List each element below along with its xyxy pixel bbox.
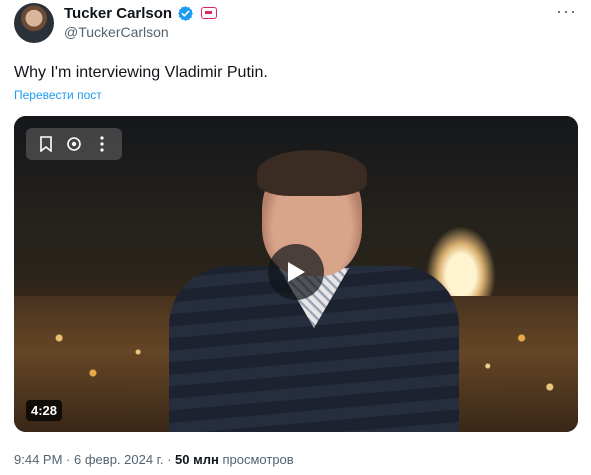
author-name[interactable]: Tucker Carlson bbox=[64, 5, 172, 22]
author-name-row: Tucker Carlson bbox=[64, 4, 218, 22]
avatar[interactable] bbox=[14, 3, 54, 43]
tweet-time[interactable]: 9:44 PM bbox=[14, 452, 62, 467]
more-icon[interactable]: ··· bbox=[556, 2, 577, 20]
author-handle[interactable]: @TuckerCarlson bbox=[64, 24, 169, 40]
views-label: просмотров bbox=[222, 452, 294, 467]
hair bbox=[257, 150, 367, 196]
verified-badge-icon bbox=[178, 5, 194, 21]
video-player[interactable]: 4:28 bbox=[14, 116, 578, 432]
video-duration: 4:28 bbox=[26, 400, 63, 421]
video-overlay-controls bbox=[26, 128, 122, 160]
bookmark-icon[interactable] bbox=[37, 135, 55, 153]
translate-link[interactable]: Перевести пост bbox=[14, 88, 102, 102]
play-icon bbox=[288, 262, 305, 282]
tweet-text: Why I'm interviewing Vladimir Putin. bbox=[14, 64, 268, 81]
tweet-date[interactable]: 6 февр. 2024 г. bbox=[74, 452, 163, 467]
affiliate-badge-icon[interactable] bbox=[201, 7, 218, 19]
video-more-icon[interactable] bbox=[93, 135, 111, 153]
views-count: 50 млн bbox=[175, 452, 219, 467]
play-button[interactable] bbox=[268, 244, 324, 300]
ai-icon[interactable] bbox=[65, 135, 83, 153]
tweet-meta: 9:44 PM · 6 февр. 2024 г. · 50 млн просм… bbox=[14, 452, 294, 467]
meta-separator: · bbox=[66, 452, 71, 467]
speaker bbox=[169, 150, 459, 432]
meta-separator-2: · bbox=[167, 452, 172, 467]
